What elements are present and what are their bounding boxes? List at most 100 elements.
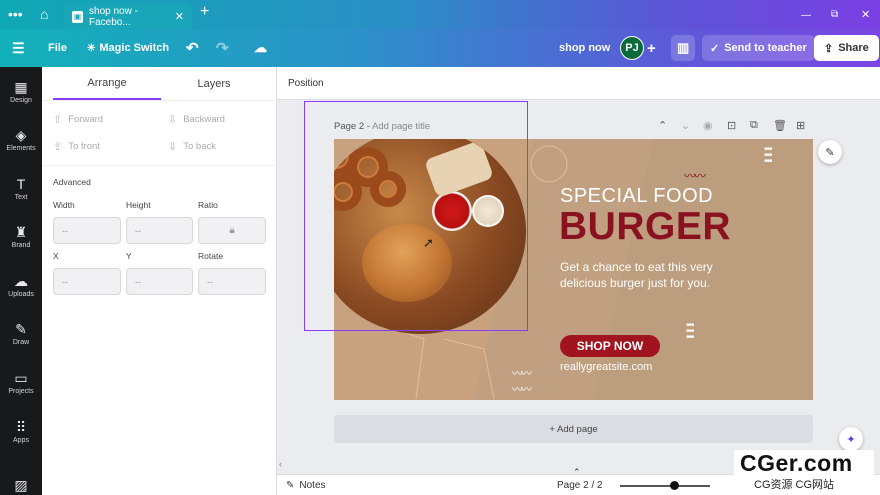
- avatar[interactable]: PJ: [620, 36, 644, 60]
- tab-layers[interactable]: Layers: [161, 67, 267, 100]
- width-field[interactable]: --: [53, 217, 121, 244]
- to-front-label: To front: [68, 141, 100, 152]
- rail-item-label: Elements: [6, 145, 36, 152]
- rail-item-photos[interactable]: ▨: [0, 477, 42, 495]
- watermark: CGer.com CG资源 CG网站: [734, 450, 874, 492]
- canva-editor-window: ••• ⌂ ▣ shop now - Facebo... ✕ + — ⧉ ✕ ☰…: [0, 0, 880, 495]
- rail-item-text[interactable]: T Text: [0, 176, 42, 201]
- y-field[interactable]: --: [126, 268, 193, 295]
- position-button[interactable]: Position: [288, 78, 324, 89]
- elements-icon: ◈: [15, 127, 27, 143]
- mouse-cursor-icon: ➚: [423, 235, 434, 250]
- rail-item-label: Uploads: [8, 291, 34, 298]
- chevron-down-icon[interactable]: ⌄: [681, 119, 690, 132]
- selection-box[interactable]: [304, 101, 528, 331]
- rail-item-draw[interactable]: ✎ Draw: [0, 321, 42, 346]
- backward-button[interactable]: ⇩ Backward: [168, 113, 225, 126]
- home-icon[interactable]: ⌂: [40, 7, 48, 21]
- document-name[interactable]: shop now: [559, 29, 610, 67]
- website-text[interactable]: reallygreatsite.com: [560, 361, 652, 373]
- file-menu-button[interactable]: File: [48, 29, 67, 67]
- forward-label: Forward: [68, 114, 104, 125]
- backward-label: Backward: [183, 114, 225, 125]
- context-toolbar: Position: [277, 67, 880, 100]
- rotate-field[interactable]: --: [198, 268, 266, 295]
- rail-item-projects[interactable]: ▭ Projects: [0, 370, 42, 395]
- tab-arrange[interactable]: Arrange: [53, 67, 161, 100]
- sparkle-icon: ✳: [87, 42, 96, 54]
- rail-item-uploads[interactable]: ☁ Uploads: [0, 273, 42, 298]
- y-label: Y: [126, 251, 132, 261]
- advanced-heading: Advanced: [53, 177, 91, 187]
- hide-page-icon[interactable]: ◉: [703, 119, 713, 132]
- rail-item-label: Brand: [11, 242, 31, 249]
- design-icon: ▦: [14, 79, 28, 95]
- lock-page-icon[interactable]: ⊡: [727, 119, 736, 132]
- insights-icon[interactable]: ▥: [671, 35, 696, 61]
- check-circle-icon: ✓: [710, 42, 720, 55]
- browser-tab[interactable]: ▣ shop now - Facebo... ✕: [64, 4, 192, 29]
- scroll-left-icon[interactable]: ‹: [279, 459, 282, 469]
- to-front-icon: ⇪: [53, 141, 63, 153]
- zoom-slider-handle[interactable]: [670, 481, 679, 490]
- watermark-sub: CG资源 CG网站: [754, 479, 835, 491]
- share-label: Share: [838, 42, 869, 54]
- rail-item-elements[interactable]: ◈ Elements: [0, 127, 42, 152]
- text-icon: T: [16, 176, 26, 192]
- browser-tab-strip: ••• ⌂ ▣ shop now - Facebo... ✕ + — ⧉ ✕: [0, 0, 880, 29]
- add-collaborator-icon[interactable]: +: [647, 29, 656, 67]
- magic-assistant-icon[interactable]: ✦: [839, 427, 863, 451]
- maximize-icon[interactable]: ⧉: [831, 8, 838, 22]
- apps-icon: ⠿: [15, 419, 27, 435]
- rail-item-apps[interactable]: ⠿ Apps: [0, 419, 42, 444]
- zigzag-decoration: 〰〰 〰〰: [512, 368, 532, 396]
- section-divider: [42, 165, 277, 166]
- x-field[interactable]: --: [53, 268, 121, 295]
- dots-icon[interactable]: •••: [8, 7, 23, 21]
- left-rail: ▦ Design ◈ Elements T Text ♜ Brand ☁ Upl…: [0, 67, 42, 495]
- add-page-icon[interactable]: ⊞: [796, 119, 805, 132]
- dots-decoration: ••• ••• •••: [686, 320, 694, 343]
- to-back-button[interactable]: ⇓ To back: [168, 140, 216, 153]
- forward-icon: ⇧: [53, 114, 63, 126]
- shop-now-button[interactable]: SHOP NOW: [560, 335, 660, 357]
- brand-icon: ♜: [14, 224, 28, 240]
- minimize-icon[interactable]: —: [801, 9, 811, 23]
- image-icon: ▨: [14, 477, 28, 493]
- share-button[interactable]: ⇪ Share: [814, 35, 879, 61]
- send-to-teacher-label: Send to teacher: [724, 42, 807, 54]
- ratio-lock-button[interactable]: 🔒︎: [198, 217, 266, 244]
- new-tab-button[interactable]: +: [200, 4, 209, 20]
- height-label: Height: [126, 200, 151, 210]
- zoom-slider[interactable]: [620, 485, 710, 487]
- rail-item-brand[interactable]: ♜ Brand: [0, 224, 42, 249]
- chevron-up-icon[interactable]: ⌃: [658, 119, 667, 132]
- redo-icon[interactable]: ↷: [216, 29, 229, 67]
- body-text[interactable]: Get a chance to eat this very delicious …: [560, 259, 740, 291]
- to-back-icon: ⇓: [168, 141, 178, 153]
- add-page-button[interactable]: + Add page: [334, 415, 813, 443]
- projects-icon: ▭: [14, 370, 28, 386]
- forward-button[interactable]: ⇧ Forward: [53, 113, 103, 126]
- watermark-main: CGer.com: [740, 450, 853, 476]
- send-to-teacher-button[interactable]: ✓ Send to teacher: [702, 35, 815, 61]
- rail-item-label: Design: [10, 97, 32, 104]
- headline-burger[interactable]: BURGER: [559, 205, 731, 249]
- duplicate-page-icon[interactable]: ⧉: [750, 119, 758, 132]
- to-front-button[interactable]: ⇪ To front: [53, 140, 100, 153]
- delete-page-icon[interactable]: 🗑︎: [773, 119, 787, 132]
- rail-item-design[interactable]: ▦ Design: [0, 79, 42, 104]
- tab-divider: [42, 100, 277, 101]
- hamburger-menu-icon[interactable]: ☰: [12, 29, 25, 67]
- page-count[interactable]: Page 2 / 2: [557, 475, 603, 495]
- close-tab-icon[interactable]: ✕: [175, 10, 184, 23]
- cloud-save-icon[interactable]: ☁: [254, 29, 267, 67]
- browser-tab-title: shop now - Facebo...: [89, 5, 138, 28]
- magic-switch-button[interactable]: ✳ Magic Switch: [87, 29, 169, 67]
- height-field[interactable]: --: [126, 217, 193, 244]
- notes-button[interactable]: ✎ Notes: [286, 475, 326, 495]
- undo-icon[interactable]: ↶: [186, 29, 199, 67]
- comment-icon[interactable]: ✎: [818, 140, 842, 164]
- window-close-icon[interactable]: ✕: [861, 8, 870, 22]
- notes-icon: ✎: [286, 480, 295, 491]
